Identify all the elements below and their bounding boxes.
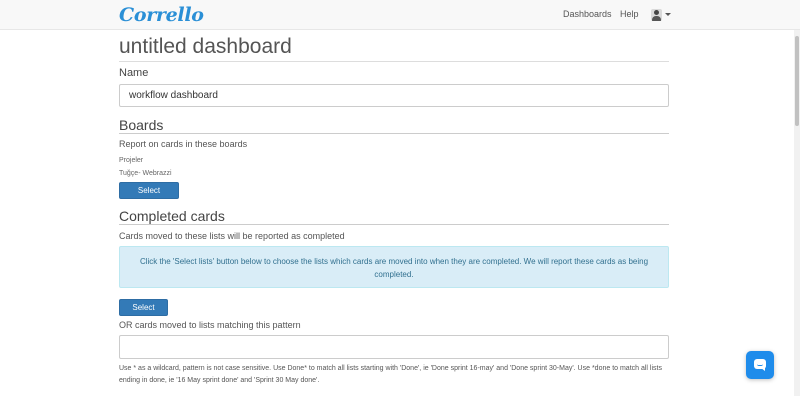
chevron-down-icon [665, 13, 671, 16]
corrello-logo[interactable]: Corrello [119, 4, 204, 26]
boards-description: Report on cards in these boards [119, 139, 248, 149]
page-title: untitled dashboard [119, 34, 669, 62]
pattern-help-text: Use * as a wildcard, pattern is not case… [119, 365, 662, 384]
name-heading: Name [119, 67, 149, 79]
dashboard-name-input[interactable] [119, 84, 669, 107]
avatar-icon [651, 8, 662, 21]
select-lists-button[interactable]: Select lists [119, 299, 168, 327]
pattern-label: OR cards moved to lists matching this pa… [119, 320, 301, 330]
top-navbar: Corrello Dashboards Help [0, 0, 800, 30]
nav-help-link[interactable]: Help [620, 9, 639, 19]
list-pattern-input[interactable] [119, 335, 669, 359]
chat-icon [754, 359, 766, 371]
select-boards-button[interactable]: Select boards [119, 182, 179, 210]
select-lists-info-alert: Click the 'Select lists' button below to… [119, 246, 669, 288]
chat-button[interactable] [746, 351, 774, 379]
completed-description: Cards moved to these lists will be repor… [119, 231, 345, 241]
scrollbar-thumb[interactable] [795, 36, 799, 126]
boards-heading: Boards [119, 117, 669, 134]
user-menu[interactable] [651, 8, 671, 21]
nav-dashboards-link[interactable]: Dashboards [563, 9, 612, 19]
board-item: Tuğçe- Webrazzi [119, 170, 172, 177]
completed-cards-heading: Completed cards [119, 208, 669, 225]
board-item: Projeler [119, 157, 144, 164]
